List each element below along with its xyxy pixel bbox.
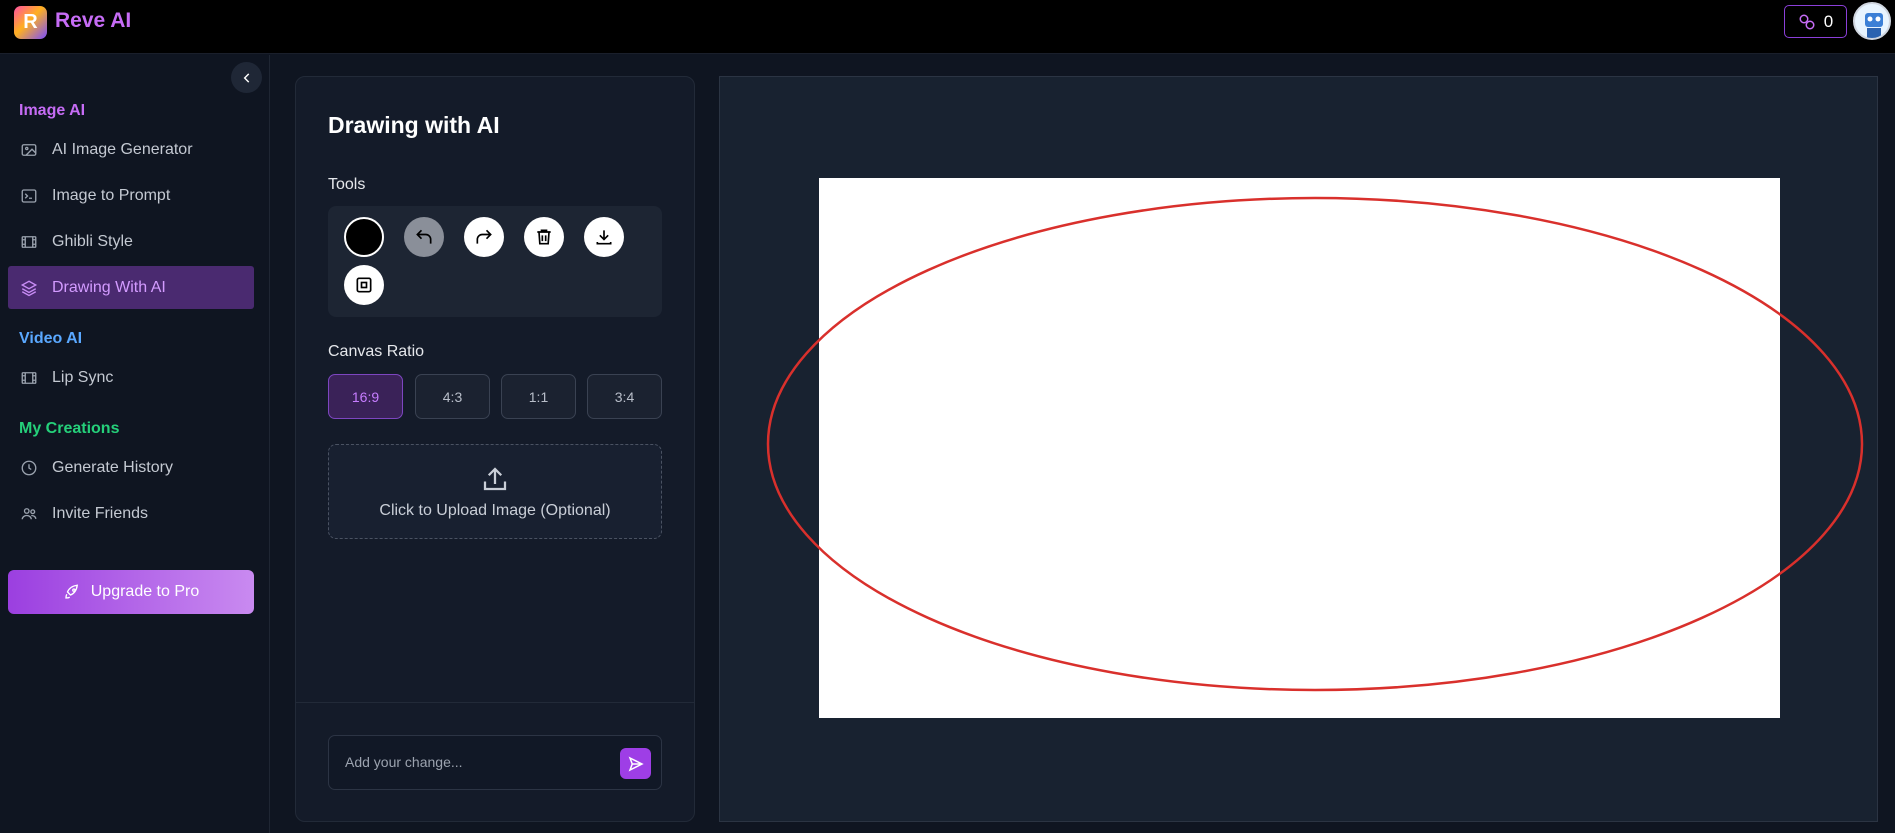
sidebar-item-label: Lip Sync xyxy=(52,368,114,386)
redo-button[interactable] xyxy=(464,217,504,257)
download-icon xyxy=(596,230,612,245)
redo-icon xyxy=(476,229,492,244)
panel-title: Drawing with AI xyxy=(328,112,500,138)
tools-label: Tools xyxy=(328,176,366,193)
section-my-creations: My Creations xyxy=(19,420,120,437)
avatar[interactable] xyxy=(1853,2,1891,40)
sidebar-item-label: Generate History xyxy=(52,458,173,476)
collapse-sidebar-button[interactable] xyxy=(231,62,262,93)
rocket-icon xyxy=(65,584,78,599)
sidebar-item-label: Invite Friends xyxy=(52,504,149,522)
ratio-4-3-button[interactable]: 4:3 xyxy=(415,374,490,419)
undo-icon xyxy=(416,229,432,244)
sidebar-item-label: Image to Prompt xyxy=(52,186,171,204)
credits-count: 0 xyxy=(1823,11,1834,31)
clock-icon xyxy=(21,460,37,475)
prompt-box xyxy=(328,735,662,790)
film-icon xyxy=(21,371,37,384)
ratio-1-1-button[interactable]: 1:1 xyxy=(501,374,576,419)
upload-label: Click to Upload Image (Optional) xyxy=(379,501,611,519)
ratio-3-4-button[interactable]: 3:4 xyxy=(587,374,662,419)
undo-button[interactable] xyxy=(404,217,444,257)
ratio-16-9-button[interactable]: 16:9 xyxy=(328,374,403,419)
top-bar: R Reve AI 0 xyxy=(0,0,1895,54)
chevron-left-icon xyxy=(243,72,249,83)
sidebar-item-label: Ghibli Style xyxy=(52,232,133,250)
brand-name[interactable]: Reve AI xyxy=(55,9,131,33)
send-icon xyxy=(628,755,644,772)
sidebar: Image AI AI Image Generator Image to Pro… xyxy=(0,55,270,833)
credits-button[interactable]: 0 xyxy=(1784,5,1847,38)
credits-icon xyxy=(1799,14,1815,29)
sidebar-item-invite-friends[interactable]: Invite Friends xyxy=(8,492,254,535)
upgrade-button[interactable]: Upgrade to Pro xyxy=(8,570,254,614)
sidebar-item-label: Drawing With AI xyxy=(52,278,166,296)
canvas-area xyxy=(719,76,1878,822)
divider xyxy=(296,702,694,703)
section-image-ai: Image AI xyxy=(19,102,86,119)
upload-image-area[interactable]: Click to Upload Image (Optional) xyxy=(328,444,662,539)
select-button[interactable] xyxy=(344,265,384,305)
select-icon xyxy=(356,277,372,293)
drawing-canvas[interactable] xyxy=(819,178,1780,718)
sidebar-item-generate-history[interactable]: Generate History xyxy=(8,446,254,489)
upload-icon xyxy=(483,466,507,490)
sidebar-item-drawing-with-ai[interactable]: Drawing With AI xyxy=(8,266,254,309)
logo[interactable]: R xyxy=(14,6,47,39)
tools-box xyxy=(328,206,662,317)
users-icon xyxy=(21,507,37,519)
trash-icon xyxy=(537,229,551,245)
download-button[interactable] xyxy=(584,217,624,257)
sidebar-item-ai-image-generator[interactable]: AI Image Generator xyxy=(8,128,254,171)
layers-icon xyxy=(20,279,38,296)
sidebar-item-lip-sync[interactable]: Lip Sync xyxy=(8,356,254,399)
prompt-input[interactable] xyxy=(345,754,605,770)
sidebar-item-image-to-prompt[interactable]: Image to Prompt xyxy=(8,174,254,217)
send-button[interactable] xyxy=(620,748,651,779)
section-video-ai: Video AI xyxy=(19,330,83,347)
film-icon xyxy=(21,235,37,248)
canvas-ratio-label: Canvas Ratio xyxy=(328,343,425,360)
clear-button[interactable] xyxy=(524,217,564,257)
upgrade-label: Upgrade to Pro xyxy=(90,583,200,600)
color-picker-button[interactable] xyxy=(344,217,384,257)
drawing-panel: Drawing with AI Tools Canvas Ratio 16:9 … xyxy=(295,76,695,822)
terminal-icon xyxy=(21,188,37,203)
sidebar-item-ghibli-style[interactable]: Ghibli Style xyxy=(8,220,254,263)
sidebar-item-label: AI Image Generator xyxy=(52,140,193,158)
image-icon xyxy=(21,143,37,156)
